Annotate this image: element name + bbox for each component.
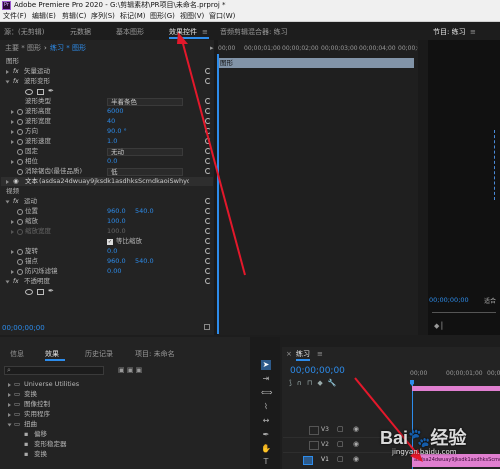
watermark-logo: Bai🐾经验: [380, 428, 467, 448]
annotation-arrows: [177, 32, 423, 462]
annotation-arrow-line: [181, 39, 246, 276]
watermark-url: jingyan.baidu.com: [392, 448, 457, 456]
annotation-arrowhead: [177, 32, 188, 44]
